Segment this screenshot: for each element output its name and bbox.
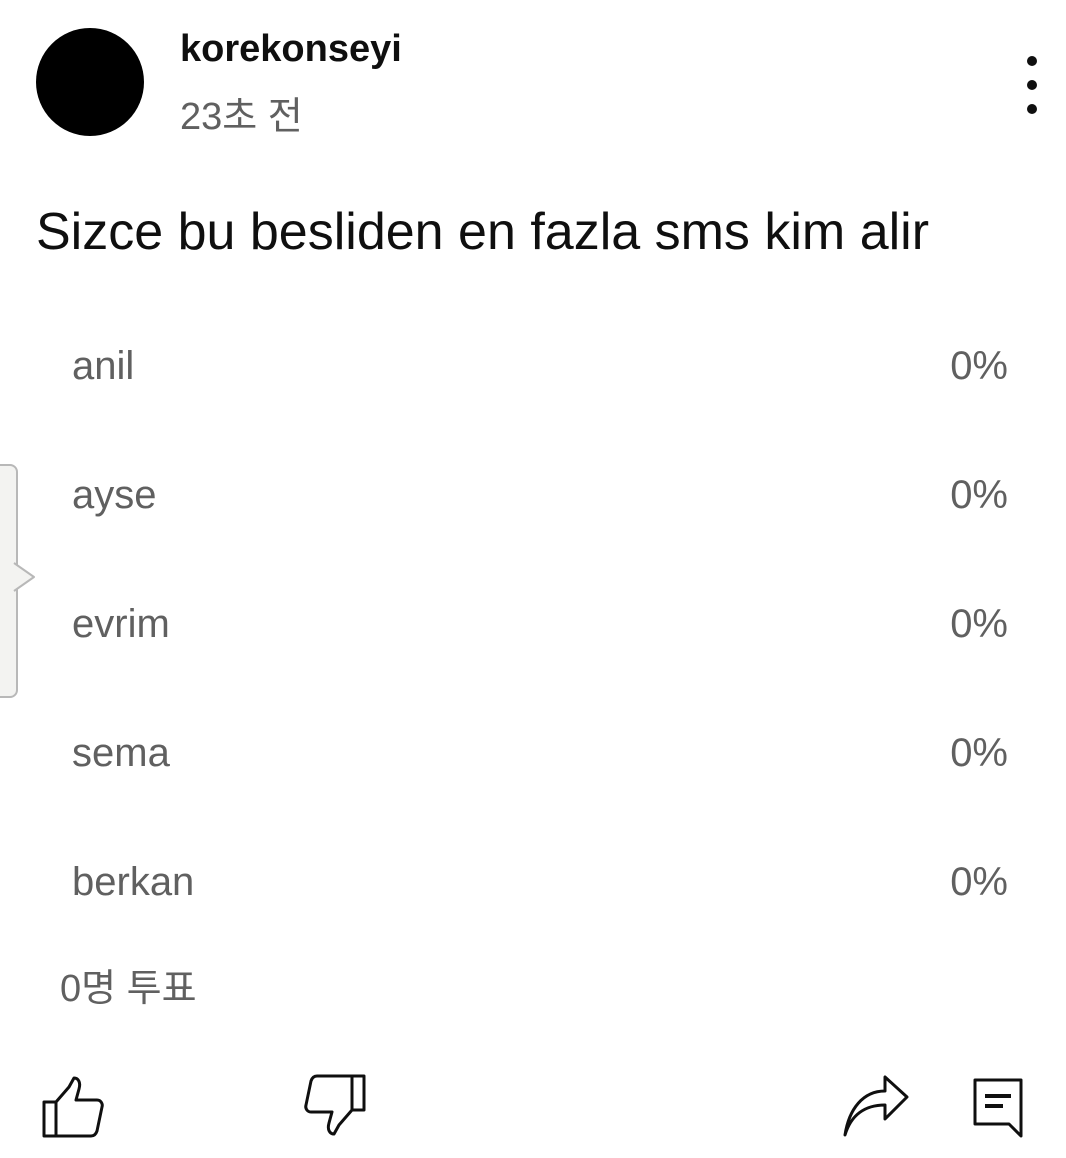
author-name[interactable]: korekonseyi [180,26,402,72]
poll-option-percent: 0% [950,472,1008,517]
poll-question: Sizce bu besliden en fazla sms kim alir [36,203,930,261]
poll-option-anil[interactable]: anil 0% [72,336,1008,396]
poll-option-label: sema [72,730,170,775]
thumb-up-icon [42,1076,104,1138]
chevron-right-icon [13,562,35,592]
more-vert-icon-dot [1027,80,1037,90]
poll-option-label: anil [72,343,135,388]
post-timestamp: 23초 전 [180,96,303,138]
poll-option-label: berkan [72,859,195,904]
share-button[interactable] [840,1072,912,1144]
poll-option-percent: 0% [950,859,1008,904]
poll-option-sema[interactable]: sema 0% [72,723,1008,783]
more-options-button[interactable] [1006,50,1058,120]
poll-option-label: ayse [72,472,157,517]
comment-icon [973,1078,1023,1138]
poll-option-percent: 0% [950,343,1008,388]
like-button[interactable] [36,1070,108,1142]
poll-option-evrim[interactable]: evrim 0% [72,594,1008,654]
poll-option-percent: 0% [950,601,1008,646]
poll-option-ayse[interactable]: ayse 0% [72,465,1008,525]
avatar[interactable] [36,28,144,136]
more-vert-icon [1027,56,1037,66]
poll-option-label: evrim [72,601,170,646]
dislike-button[interactable] [300,1070,372,1142]
share-icon [843,1075,909,1137]
poll-option-percent: 0% [950,730,1008,775]
poll-option-berkan[interactable]: berkan 0% [72,852,1008,912]
thumb-down-icon [304,1074,366,1136]
vote-count: 0명 투표 [60,968,197,1010]
comment-button[interactable] [960,1070,1032,1142]
more-vert-icon-dot [1027,104,1037,114]
